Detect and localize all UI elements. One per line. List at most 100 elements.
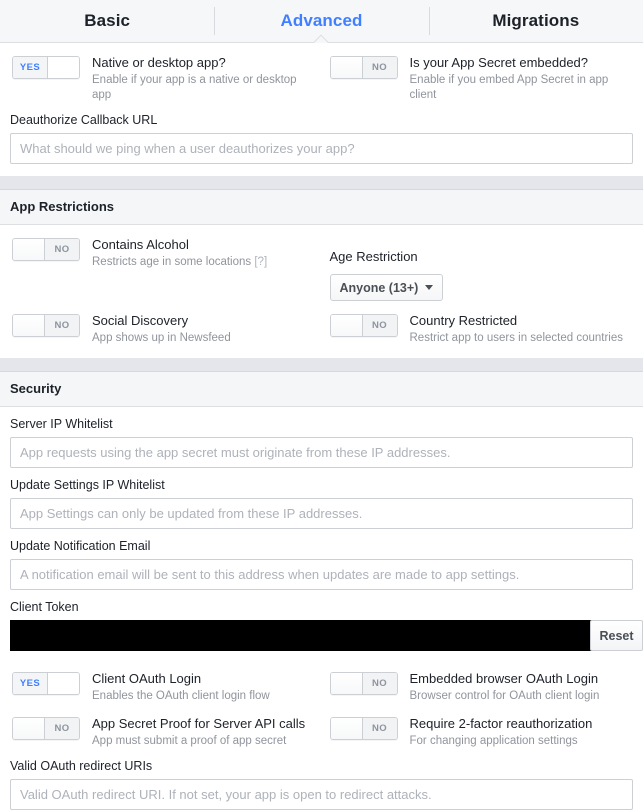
contains-alcohol-subtitle-text: Restricts age in some locations [92,256,252,268]
app-settings-advanced-panel: Basic Advanced Migrations YES Native or … [0,0,643,812]
social-discovery-col: NO Social Discovery App shows up in News… [0,301,322,346]
update-notification-email-label: Update Notification Email [10,539,151,553]
oauth-login-row: YES Client OAuth Login Enables the OAuth… [0,659,643,704]
toggle-state-label: NO [45,315,79,336]
native-app-subtitle: Enable if your app is a native or deskto… [92,74,297,101]
server-ip-whitelist-label: Server IP Whitelist [10,417,113,431]
client-oauth-login-toggle[interactable]: YES [12,672,80,695]
tab-basic[interactable]: Basic [0,0,214,42]
embedded-browser-oauth-toggle[interactable]: NO [329,672,398,695]
native-app-row: YES Native or desktop app? Enable if you… [0,43,643,103]
tab-advanced-label: Advanced [280,11,363,30]
app-secret-embedded-toggle[interactable]: NO [329,56,398,79]
client-token-field: Client Token Reset [0,590,643,651]
toggle-state-label: NO [362,718,397,739]
client-token-reset-button[interactable]: Reset [590,620,643,651]
tab-migrations[interactable]: Migrations [428,0,643,42]
app-restrictions-header: App Restrictions [0,190,643,225]
deauthorize-callback-input[interactable] [10,133,633,164]
client-token-redaction [10,620,594,651]
tab-basic-label: Basic [84,11,131,30]
alcohol-age-row: NO Contains Alcohol Restricts age in som… [0,225,643,301]
valid-oauth-redirect-uris-field: Valid OAuth redirect URIs [0,749,643,810]
chevron-down-icon [425,285,434,290]
section-gutter [0,358,643,372]
update-settings-ip-whitelist-field: Update Settings IP Whitelist [0,468,643,529]
app-secret-proof-subtitle: App must submit a proof of app secret [92,735,287,747]
update-settings-ip-whitelist-label: Update Settings IP Whitelist [10,478,165,492]
social-discovery-subtitle: App shows up in Newsfeed [92,332,231,344]
embedded-browser-oauth-subtitle: Browser control for OAuth client login [409,690,600,702]
toggle-state-label: NO [362,315,397,336]
client-oauth-login-text: Client OAuth Login Enables the OAuth cli… [80,671,270,704]
country-restricted-title: Country Restricted [409,313,518,328]
country-restricted-col: NO Country Restricted Restrict app to us… [322,301,643,346]
toggle-state-label: NO [362,57,397,78]
toggle-knob [47,57,79,78]
social-discovery-text: Social Discovery App shows up in Newsfee… [80,313,231,346]
embedded-browser-oauth-text: Embedded browser OAuth Login Browser con… [398,671,600,704]
tab-migrations-label: Migrations [492,11,580,30]
toggle-state-label: NO [362,673,397,694]
app-secret-embedded-text: Is your App Secret embedded? Enable if y… [398,55,625,103]
toggle-state-label: NO [45,718,79,739]
valid-oauth-redirect-uris-input[interactable] [10,779,633,810]
country-restricted-subtitle: Restrict app to users in selected countr… [409,332,624,344]
social-country-row: NO Social Discovery App shows up in News… [0,301,643,346]
contains-alcohol-toggle[interactable]: NO [12,238,80,261]
help-question-icon[interactable]: [?] [254,256,267,268]
native-app-text: Native or desktop app? Enable if your ap… [80,55,307,103]
update-notification-email-input[interactable] [10,559,633,590]
app-secret-proof-text: App Secret Proof for Server API calls Ap… [80,716,305,749]
app-secret-proof-row: NO App Secret Proof for Server API calls… [0,704,643,749]
two-factor-reauth-text: Require 2-factor reauthorization For cha… [398,716,593,749]
toggle-knob [330,57,363,78]
toggle-knob [13,718,45,739]
two-factor-reauth-col: NO Require 2-factor reauthorization For … [322,704,643,749]
client-oauth-login-title: Client OAuth Login [92,671,202,686]
toggle-state-label: NO [45,239,79,260]
country-restricted-toggle[interactable]: NO [329,314,398,337]
toggle-knob [47,673,79,694]
app-secret-proof-toggle[interactable]: NO [12,717,80,740]
two-factor-reauth-subtitle: For changing application settings [409,735,578,747]
age-restriction-block: Age Restriction Anyone (13+) [329,237,444,301]
toggle-state-label: YES [13,673,47,694]
age-restriction-label: Age Restriction [329,249,418,264]
embedded-browser-oauth-col: NO Embedded browser OAuth Login Browser … [322,659,643,704]
active-tab-caret-icon [313,34,329,43]
native-or-desktop-app-toggle[interactable]: YES [12,56,80,79]
contains-alcohol-col: NO Contains Alcohol Restricts age in som… [0,225,322,301]
server-ip-whitelist-input[interactable] [10,437,633,468]
age-restriction-dropdown[interactable]: Anyone (13+) [329,274,444,301]
update-settings-ip-whitelist-input[interactable] [10,498,633,529]
age-restriction-col: Age Restriction Anyone (13+) [322,225,643,301]
require-2fa-reauthorization-toggle[interactable]: NO [329,717,398,740]
app-secret-proof-title: App Secret Proof for Server API calls [92,716,306,731]
contains-alcohol-title: Contains Alcohol [92,237,189,252]
toggle-knob [13,239,45,260]
app-secret-embedded-subtitle: Enable if you embed App Secret in app cl… [409,74,609,101]
app-secret-embedded-title: Is your App Secret embedded? [409,55,589,70]
native-app-title: Native or desktop app? [92,55,226,70]
toggle-knob [330,673,363,694]
toggle-knob [13,315,45,336]
deauthorize-callback-label: Deauthorize Callback URL [10,113,158,127]
client-token-row: Reset [10,620,643,651]
client-token-label: Client Token [10,600,79,614]
tab-advanced[interactable]: Advanced [214,0,428,42]
country-restricted-text: Country Restricted Restrict app to users… [398,313,624,346]
section-gutter [0,176,643,190]
social-discovery-toggle[interactable]: NO [12,314,80,337]
valid-oauth-redirect-uris-label: Valid OAuth redirect URIs [10,759,153,773]
toggle-state-label: YES [13,57,47,78]
native-app-col: YES Native or desktop app? Enable if you… [0,43,322,103]
two-factor-reauth-title: Require 2-factor reauthorization [409,716,593,731]
contains-alcohol-subtitle: Restricts age in some locations [?] [92,255,267,270]
toggle-knob [330,315,363,336]
client-oauth-login-col: YES Client OAuth Login Enables the OAuth… [0,659,322,704]
update-notification-email-field: Update Notification Email [0,529,643,590]
deauthorize-callback-field: Deauthorize Callback URL [0,103,643,164]
